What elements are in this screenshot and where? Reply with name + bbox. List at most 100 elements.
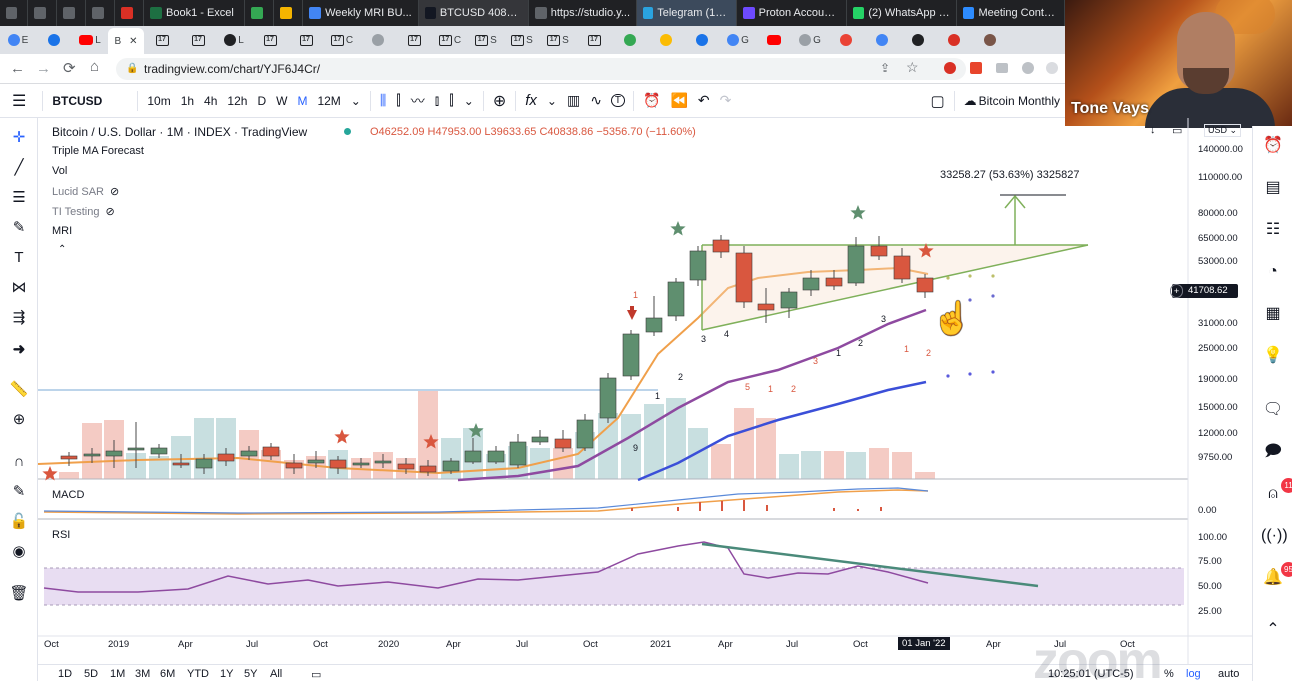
eye-icon[interactable]: ◉ [9, 542, 29, 562]
trendline-icon[interactable]: ╱ [9, 158, 29, 178]
broadcast-icon[interactable]: ((·)) [1261, 524, 1288, 548]
indicator-legend-item[interactable]: Lucid SAR ⊘ [52, 185, 119, 198]
replay-icon[interactable]: ⏪ [665, 92, 692, 109]
pinned-tab[interactable]: L [216, 29, 252, 51]
pinned-tab[interactable] [684, 29, 720, 51]
browser-tab[interactable] [115, 0, 144, 26]
browser-tab[interactable] [28, 0, 57, 26]
range-button[interactable]: All [270, 668, 282, 680]
pattern-icon[interactable]: ⋈ [9, 278, 29, 298]
pinned-tab[interactable]: E [0, 29, 36, 51]
layout-name[interactable]: Bitcoin Monthly [979, 94, 1065, 108]
percent-toggle[interactable]: % [1164, 668, 1174, 680]
pinned-tab[interactable]: 17 [576, 29, 612, 51]
pinned-tab[interactable] [900, 29, 936, 51]
interval-button[interactable]: 1h [176, 94, 199, 108]
idea-bulb-icon[interactable]: 💡 [1261, 344, 1285, 368]
log-toggle[interactable]: log [1186, 668, 1201, 680]
fib-icon[interactable]: ☰ [9, 188, 29, 208]
pinned-tab[interactable]: 17 [396, 29, 432, 51]
calendar-icon[interactable]: ▦ [1261, 302, 1285, 326]
candles-style-icon[interactable]: ⫿ [391, 92, 405, 109]
pane-collapse-icon[interactable]: ↓ [1150, 124, 1156, 136]
hidden-eye-icon[interactable]: ⊘ [106, 206, 115, 218]
share-icon[interactable]: ⇪ [880, 61, 890, 75]
browser-tab[interactable]: Telegram (1415... [637, 0, 737, 26]
extension-icon-4[interactable] [1022, 62, 1034, 74]
currency-selector[interactable]: USD ⌄ [1204, 124, 1242, 137]
url-field[interactable]: 🔒 tradingview.com/chart/YJF6J4Cr/ [116, 58, 966, 80]
utc-time[interactable]: 10:25:01 (UTC-5) [1048, 668, 1134, 680]
interval-button[interactable]: M [292, 94, 312, 108]
pinned-tab[interactable] [972, 29, 1008, 51]
indicator-legend-item[interactable]: Vol [52, 165, 67, 177]
browser-tab[interactable]: https://studio.y... [529, 0, 637, 26]
pinned-tab[interactable]: 17 [288, 29, 324, 51]
pinned-tab[interactable]: 17 C [324, 29, 360, 51]
pinned-tab[interactable] [648, 29, 684, 51]
hidden-eye-icon[interactable]: ⊘ [110, 186, 119, 198]
interval-button[interactable]: D [252, 94, 271, 108]
indicators-icon[interactable]: fx [520, 92, 542, 109]
pinned-tab[interactable] [36, 29, 72, 51]
pinned-tab[interactable] [936, 29, 972, 51]
undo-icon[interactable]: ↶ [693, 92, 715, 109]
magnet-icon[interactable]: ∩ [9, 452, 29, 472]
financials-icon[interactable]: ▥ [562, 92, 585, 109]
extension-icon-3[interactable] [996, 63, 1008, 73]
auto-scale-toggle[interactable]: auto [1218, 668, 1239, 680]
pane-maximize-icon[interactable]: ▭ [1172, 124, 1182, 137]
interval-button[interactable]: 4h [199, 94, 222, 108]
text-icon[interactable]: T [9, 248, 29, 268]
arrow-cursor-icon[interactable]: ➜ [9, 340, 29, 360]
chevron-down-icon[interactable]: ⌄ [346, 94, 366, 108]
reload-icon[interactable]: ⟳ [63, 59, 76, 77]
chart-canvas[interactable]: 1 2 1 9 3 4 5 1 2 3 1 2 3 1 2 [38, 118, 1252, 664]
browser-tab[interactable]: Proton Account... [737, 0, 847, 26]
indicator-legend-item[interactable]: TI Testing ⊘ [52, 205, 115, 218]
browser-tab[interactable]: BTCUSD 40851... [418, 0, 529, 26]
interval-button[interactable]: W [271, 94, 292, 108]
bars-style-icon[interactable]: ⫼ [375, 92, 391, 109]
range-button[interactable]: 1M [110, 668, 125, 680]
zoom-in-icon[interactable]: ⊕ [9, 410, 29, 430]
indicator-legend-item[interactable]: MRI [52, 225, 72, 237]
symbol-search[interactable]: BTCUSD [47, 94, 133, 108]
templates-icon[interactable]: ∿ [585, 92, 607, 109]
calendar-range-icon[interactable]: ▭ [311, 668, 321, 681]
range-button[interactable]: 1D [58, 668, 72, 680]
ruler-icon[interactable]: 📏 [9, 380, 29, 400]
interval-button[interactable]: 12M [312, 94, 345, 108]
alert-icon[interactable]: ⏰ [638, 92, 665, 109]
pinned-tab[interactable]: 17 S [504, 29, 540, 51]
range-button[interactable]: 5D [84, 668, 98, 680]
lock-drawing-icon[interactable]: ✎ [9, 482, 29, 502]
browser-tab[interactable] [57, 0, 86, 26]
trading-panel-icon[interactable]: ⌃ [1261, 618, 1285, 642]
cloud-icon[interactable]: ☁ [959, 93, 979, 109]
close-icon[interactable]: ✕ [129, 36, 137, 47]
pinned-tab[interactable] [612, 29, 648, 51]
pinned-tab[interactable]: B ✕ [108, 28, 144, 54]
redo-icon[interactable]: ↷ [715, 92, 737, 109]
extension-icon-1[interactable] [944, 62, 956, 74]
line-style-icon[interactable]: 〰 [406, 91, 430, 111]
range-button[interactable]: 5Y [244, 668, 257, 680]
range-button[interactable]: 1Y [220, 668, 233, 680]
compare-add-icon[interactable]: ⊕ [488, 91, 511, 111]
chevron-down-icon-2[interactable]: ⌄ [459, 94, 479, 108]
pinned-tab[interactable] [756, 29, 792, 51]
menu-icon[interactable]: ☰ [0, 91, 38, 111]
chat-icon[interactable]: 🗨 [1261, 398, 1285, 422]
watchlist-icon[interactable]: ▤ [1261, 176, 1285, 200]
tv-logo-icon[interactable]: T [610, 94, 626, 107]
indicator-legend-item[interactable]: Triple MA Forecast [52, 145, 144, 157]
bookmark-star-icon[interactable]: ☆ [906, 59, 919, 76]
browser-tab[interactable]: Meeting Controls [957, 0, 1065, 26]
browser-tab[interactable]: Book1 - Excel [144, 0, 246, 26]
message-icon[interactable]: 🗩 [1261, 440, 1285, 464]
forward-icon[interactable]: → [36, 60, 51, 77]
browser-tab[interactable] [274, 0, 304, 26]
browser-tab[interactable] [245, 0, 275, 26]
back-icon[interactable]: ← [10, 60, 25, 77]
